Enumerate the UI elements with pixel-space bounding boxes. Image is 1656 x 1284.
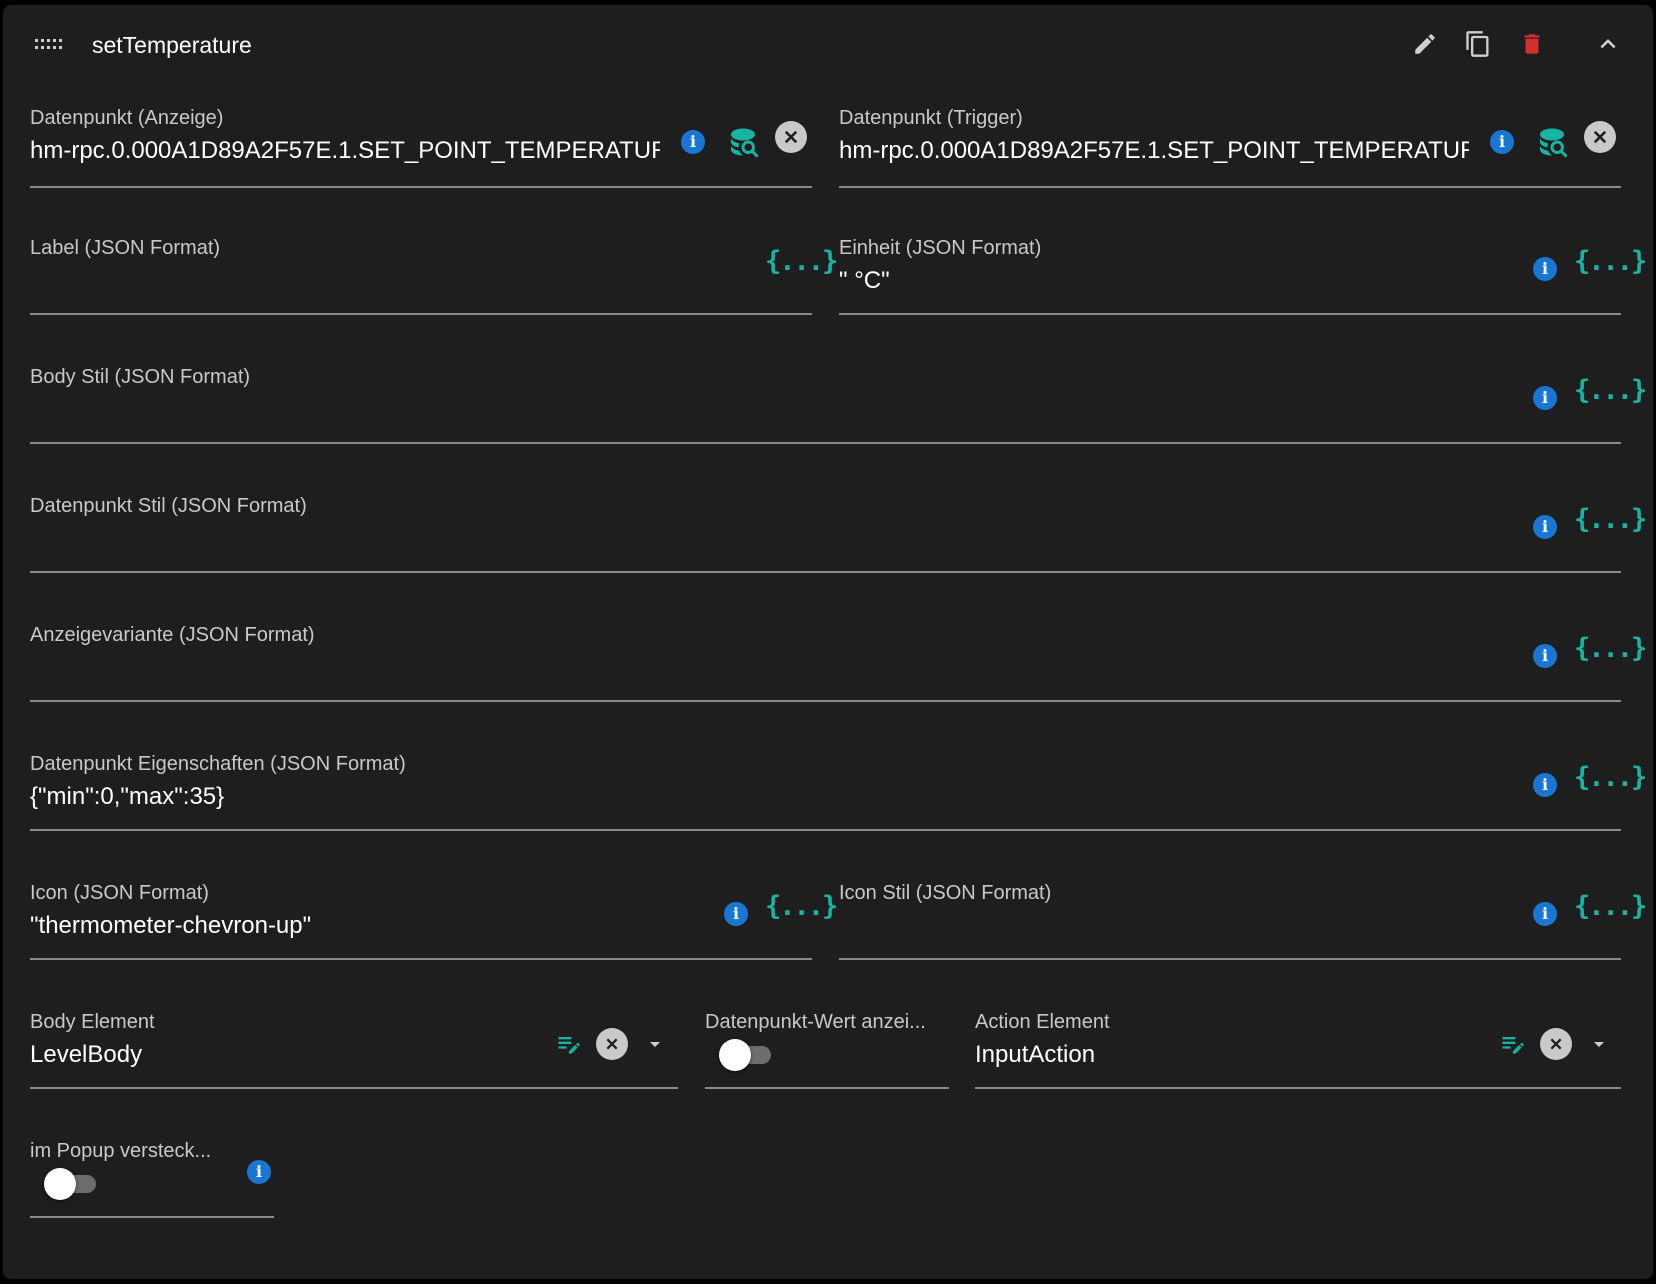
- json-editor-icon[interactable]: {...}: [765, 891, 838, 922]
- field-label: Datenpunkt (Trigger): [839, 107, 1023, 129]
- info-icon[interactable]: i: [1490, 130, 1514, 154]
- chevron-up-icon: [1600, 39, 1616, 49]
- info-icon[interactable]: i: [681, 130, 705, 154]
- field-label: Anzeigevariante (JSON Format): [30, 624, 315, 646]
- json-editor-icon[interactable]: {...}: [1574, 891, 1647, 922]
- close-icon: [606, 1038, 618, 1050]
- datapoint-display-input[interactable]: hm-rpc.0.000A1D89A2F57E.1.SET_POINT_TEMP…: [30, 137, 660, 165]
- field-label: Datenpunkt (Anzeige): [30, 107, 224, 129]
- edit-button[interactable]: [1408, 27, 1442, 61]
- database-search-icon[interactable]: [725, 124, 761, 160]
- info-icon[interactable]: i: [1533, 257, 1557, 281]
- body-element-select[interactable]: Body Element LevelBody: [30, 997, 678, 1089]
- body-style-field[interactable]: Body Stil (JSON Format) i {...}: [30, 352, 1647, 444]
- close-icon: [784, 130, 798, 144]
- action-element-value[interactable]: InputAction: [975, 1041, 1095, 1069]
- json-editor-icon[interactable]: {...}: [765, 246, 838, 277]
- info-icon[interactable]: i: [724, 902, 748, 926]
- widget-title: setTemperature: [92, 32, 252, 58]
- datapoint-properties-input[interactable]: {"min":0,"max":35}: [30, 783, 224, 811]
- datapoint-style-field[interactable]: Datenpunkt Stil (JSON Format) i {...}: [30, 481, 1647, 573]
- unit-json-input[interactable]: " °C": [839, 267, 890, 295]
- unit-json-field[interactable]: Einheit (JSON Format) " °C" i {...}: [839, 223, 1647, 315]
- icon-json-field[interactable]: Icon (JSON Format) "thermometer-chevron-…: [30, 868, 838, 960]
- datapoint-properties-field[interactable]: Datenpunkt Eigenschaften (JSON Format) {…: [30, 739, 1647, 831]
- show-datapoint-value-field[interactable]: Datenpunkt-Wert anzei...: [705, 997, 949, 1089]
- label-json-field[interactable]: Label (JSON Format) {...}: [30, 223, 838, 315]
- dropdown-arrow-icon[interactable]: [643, 1032, 667, 1056]
- delete-button[interactable]: [1515, 27, 1549, 61]
- field-label: Body Element: [30, 1011, 155, 1033]
- toggle-knob: [44, 1168, 76, 1200]
- clear-button[interactable]: [1540, 1028, 1572, 1060]
- json-editor-icon[interactable]: {...}: [1574, 762, 1647, 793]
- database-search-icon[interactable]: [1534, 124, 1570, 160]
- info-icon[interactable]: i: [1533, 902, 1557, 926]
- pencil-icon: [1415, 34, 1435, 54]
- toggle-knob: [719, 1039, 751, 1071]
- field-label: Label (JSON Format): [30, 237, 221, 259]
- info-icon[interactable]: i: [247, 1160, 271, 1184]
- display-variant-field[interactable]: Anzeigevariante (JSON Format) i {...}: [30, 610, 1647, 702]
- edit-list-icon[interactable]: [554, 1030, 584, 1058]
- field-label: Einheit (JSON Format): [839, 237, 1042, 259]
- datapoint-display-field[interactable]: Datenpunkt (Anzeige) hm-rpc.0.000A1D89A2…: [30, 93, 812, 188]
- json-editor-icon[interactable]: {...}: [1574, 504, 1647, 535]
- panel-header[interactable]: setTemperature: [3, 5, 1653, 91]
- info-icon[interactable]: i: [1533, 773, 1557, 797]
- duplicate-button[interactable]: [1461, 27, 1495, 61]
- field-label: Datenpunkt Eigenschaften (JSON Format): [30, 753, 406, 775]
- clear-button[interactable]: [1584, 121, 1616, 153]
- show-datapoint-value-toggle[interactable]: [719, 1039, 775, 1071]
- hide-in-popup-field[interactable]: im Popup versteck... i: [30, 1126, 274, 1218]
- body-element-value[interactable]: LevelBody: [30, 1041, 142, 1069]
- clear-button[interactable]: [596, 1028, 628, 1060]
- info-icon[interactable]: i: [1533, 386, 1557, 410]
- edit-list-icon[interactable]: [1498, 1030, 1528, 1058]
- info-icon[interactable]: i: [1533, 515, 1557, 539]
- copy-icon: [1466, 31, 1489, 57]
- field-label: Datenpunkt Stil (JSON Format): [30, 495, 307, 517]
- json-editor-icon[interactable]: {...}: [1574, 633, 1647, 664]
- info-icon[interactable]: i: [1533, 644, 1557, 668]
- close-icon: [1593, 130, 1607, 144]
- field-label: Icon (JSON Format): [30, 882, 209, 904]
- json-editor-icon[interactable]: {...}: [1574, 246, 1647, 277]
- hide-in-popup-toggle[interactable]: [44, 1168, 100, 1200]
- datapoint-trigger-input[interactable]: hm-rpc.0.000A1D89A2F57E.1.SET_POINT_TEMP…: [839, 137, 1469, 165]
- close-icon: [1550, 1038, 1562, 1050]
- field-label: Body Stil (JSON Format): [30, 366, 251, 388]
- delete-icon: [1524, 34, 1540, 54]
- dropdown-arrow-icon[interactable]: [1587, 1032, 1611, 1056]
- field-label: im Popup versteck...: [30, 1140, 212, 1162]
- json-editor-icon[interactable]: {...}: [1574, 375, 1647, 406]
- icon-json-input[interactable]: "thermometer-chevron-up": [30, 912, 311, 940]
- datapoint-trigger-field[interactable]: Datenpunkt (Trigger) hm-rpc.0.000A1D89A2…: [839, 93, 1621, 188]
- field-label: Icon Stil (JSON Format): [839, 882, 1052, 904]
- field-label: Datenpunkt-Wert anzei...: [705, 1011, 926, 1033]
- field-label: Action Element: [975, 1011, 1110, 1033]
- drag-handle-icon[interactable]: [35, 36, 67, 52]
- widget-config-panel: setTemperature Datenpunkt (Anzeige) hm-r…: [3, 5, 1653, 1279]
- action-element-select[interactable]: Action Element InputAction: [975, 997, 1621, 1089]
- clear-button[interactable]: [775, 121, 807, 153]
- icon-style-field[interactable]: Icon Stil (JSON Format) i {...}: [839, 868, 1647, 960]
- collapse-button[interactable]: [1591, 27, 1625, 61]
